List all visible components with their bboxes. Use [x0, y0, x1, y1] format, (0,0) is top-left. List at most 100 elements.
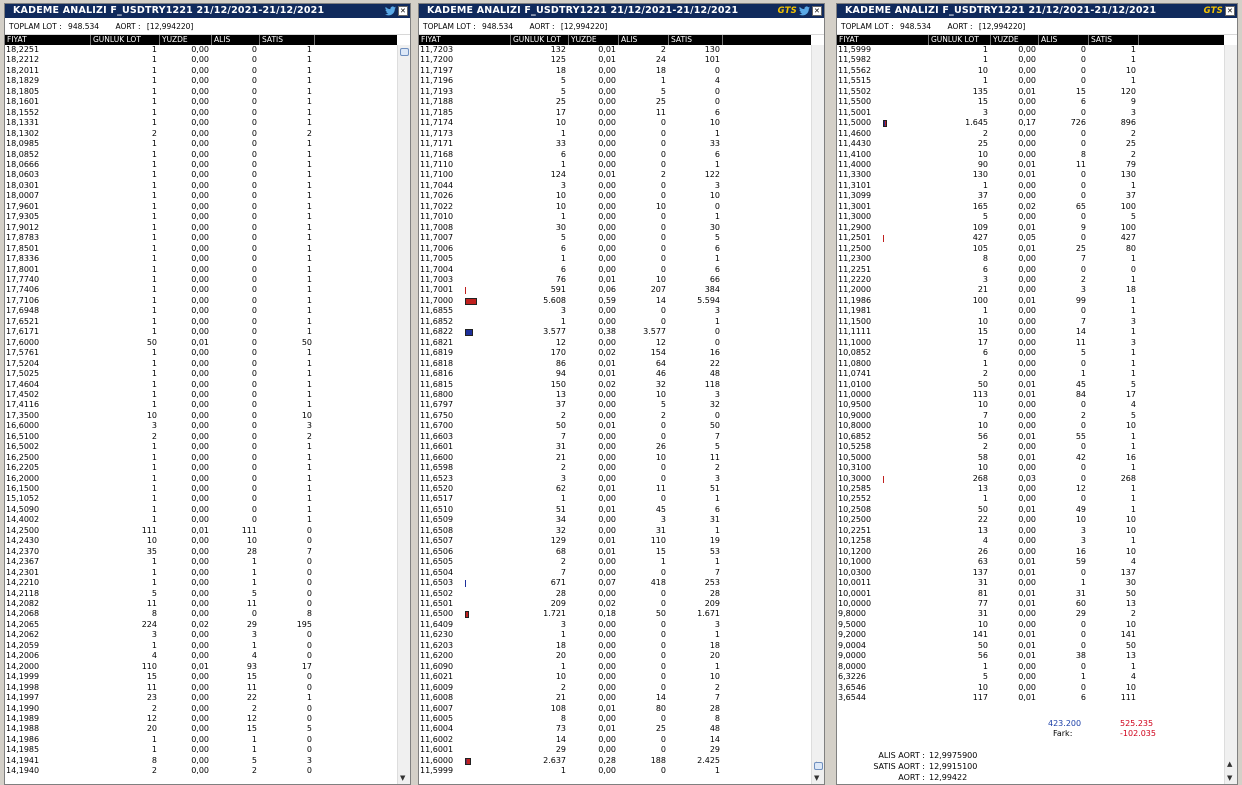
table-row[interactable]: 16,2000 1 0,00 0 1: [5, 474, 397, 484]
table-row[interactable]: 11,1000 17 0,00 11 3: [837, 338, 1224, 348]
table-body[interactable]: 18,2251 1 0,00 0 1 18,2212 1 0,00 0 1 18,2011 1 0,00…: [5, 45, 397, 777]
table-row[interactable]: 14,2006 4 0,00 4 0: [5, 651, 397, 661]
column-header-fiyat[interactable]: FIYAT: [837, 35, 929, 45]
table-row[interactable]: 9,2000 141 0,01 0 141: [837, 630, 1224, 640]
table-row[interactable]: 14,1990 2 0,00 2 0: [5, 704, 397, 714]
column-header-gunluk-lot[interactable]: GUNLUK LOT: [929, 35, 991, 45]
table-row[interactable]: 14,2370 35 0,00 28 7: [5, 547, 397, 557]
table-row[interactable]: 18,1829 1 0,00 0 1: [5, 76, 397, 86]
table-row[interactable]: 11,6517 1 0,00 0 1: [419, 494, 811, 504]
table-row[interactable]: 16,2205 1 0,00 0 1: [5, 463, 397, 473]
table-row[interactable]: 17,8336 1 0,00 0 1: [5, 254, 397, 264]
table-body[interactable]: 11,5999 1 0,00 0 1 11,5982 1 0,00 0 1 11,5562 10 0,0…: [837, 45, 1224, 704]
table-row[interactable]: 11,2000 21 0,00 3 18: [837, 285, 1224, 295]
table-row[interactable]: 18,0852 1 0,00 0 1: [5, 150, 397, 160]
table-row[interactable]: 18,1601 1 0,00 0 1: [5, 97, 397, 107]
table-row[interactable]: 11,6797 37 0,00 5 32: [419, 400, 811, 410]
table-row[interactable]: 14,1985 1 0,00 1 0: [5, 745, 397, 755]
table-row[interactable]: 11,6502 28 0,00 0 28: [419, 589, 811, 599]
table-row[interactable]: 11,6009 2 0,00 0 2: [419, 683, 811, 693]
table-row[interactable]: 10,1200 26 0,00 16 10: [837, 547, 1224, 557]
table-row[interactable]: 11,6507 129 0,01 110 19: [419, 536, 811, 546]
table-row[interactable]: 16,1500 1 0,00 0 1: [5, 484, 397, 494]
table-row[interactable]: 10,0852 6 0,00 5 1: [837, 348, 1224, 358]
table-row[interactable]: 14,2500 111 0,01 111 0: [5, 526, 397, 536]
table-row[interactable]: 11,6800 13 0,00 10 3: [419, 390, 811, 400]
table-row[interactable]: 11,7005 1 0,00 0 1: [419, 254, 811, 264]
table-row[interactable]: 14,2068 8 0,00 0 8: [5, 609, 397, 619]
twitter-bird-icon[interactable]: [385, 6, 396, 16]
table-row[interactable]: 11,7003 76 0,01 10 66: [419, 275, 811, 285]
table-row[interactable]: 11,7007 5 0,00 0 5: [419, 233, 811, 243]
table-row[interactable]: 11,6700 50 0,01 0 50: [419, 421, 811, 431]
table-row[interactable]: 11,7008 30 0,00 0 30: [419, 223, 811, 233]
table-row[interactable]: 10,1258 4 0,00 3 1: [837, 536, 1224, 546]
table-row[interactable]: 11,6600 21 0,00 10 11: [419, 453, 811, 463]
table-row[interactable]: 11,6001 29 0,00 0 29: [419, 745, 811, 755]
table-row[interactable]: 10,5258 2 0,00 0 1: [837, 442, 1224, 452]
table-row[interactable]: 11,7174 10 0,00 0 10: [419, 118, 811, 128]
vertical-scrollbar[interactable]: ▲ ▼: [811, 45, 824, 784]
table-row[interactable]: 17,7106 1 0,00 0 1: [5, 296, 397, 306]
table-row[interactable]: 11,6601 31 0,00 26 5: [419, 442, 811, 452]
table-row[interactable]: 11,6855 3 0,00 0 3: [419, 306, 811, 316]
table-row[interactable]: 11,7173 1 0,00 0 1: [419, 129, 811, 139]
table-row[interactable]: 11,7185 17 0,00 11 6: [419, 108, 811, 118]
scroll-thumb[interactable]: [400, 48, 409, 56]
table-row[interactable]: 11,3001 165 0,02 65 100: [837, 202, 1224, 212]
table-row[interactable]: 11,5982 1 0,00 0 1: [837, 55, 1224, 65]
table-row[interactable]: 3,6546 10 0,00 0 10: [837, 683, 1224, 693]
table-row[interactable]: 14,2062 3 0,00 3 0: [5, 630, 397, 640]
table-row[interactable]: 11,6506 68 0,01 15 53: [419, 547, 811, 557]
table-row[interactable]: 14,2301 1 0,00 1 0: [5, 568, 397, 578]
table-row[interactable]: 11,6816 94 0,01 46 48: [419, 369, 811, 379]
table-row[interactable]: 17,7406 1 0,00 0 1: [5, 285, 397, 295]
table-row[interactable]: 11,1500 10 0,00 7 3: [837, 317, 1224, 327]
table-row[interactable]: 11,4000 90 0,01 11 79: [837, 160, 1224, 170]
table-row[interactable]: 17,4116 1 0,00 0 1: [5, 400, 397, 410]
table-row[interactable]: 17,9601 1 0,00 0 1: [5, 202, 397, 212]
column-header-alis[interactable]: ALIS: [212, 35, 260, 45]
table-row[interactable]: 10,9000 7 0,00 2 5: [837, 411, 1224, 421]
table-row[interactable]: 14,1986 1 0,00 1 0: [5, 735, 397, 745]
table-row[interactable]: 10,3100 10 0,00 0 1: [837, 463, 1224, 473]
table-row[interactable]: 11,7188 25 0,00 25 0: [419, 97, 811, 107]
table-row[interactable]: 11,1981 1 0,00 0 1: [837, 306, 1224, 316]
table-row[interactable]: 11,6750 2 0,00 2 0: [419, 411, 811, 421]
scroll-down-icon[interactable]: ▼: [814, 774, 819, 782]
table-row[interactable]: 11,7110 1 0,00 0 1: [419, 160, 811, 170]
table-row[interactable]: 14,1941 8 0,00 5 3: [5, 756, 397, 766]
table-row[interactable]: 11,4430 25 0,00 0 25: [837, 139, 1224, 149]
table-row[interactable]: 11,6504 7 0,00 0 7: [419, 568, 811, 578]
table-row[interactable]: 3,6544 117 0,01 6 111: [837, 693, 1224, 703]
table-row[interactable]: 11,7203 132 0,01 2 130: [419, 45, 811, 55]
table-row[interactable]: 11,1111 15 0,00 14 1: [837, 327, 1224, 337]
column-header-gunluk-lot[interactable]: GUNLUK LOT: [511, 35, 569, 45]
table-row[interactable]: 14,2065 224 0,02 29 195: [5, 620, 397, 630]
table-row[interactable]: 11,7193 5 0,00 5 0: [419, 87, 811, 97]
table-row[interactable]: 11,6004 73 0,01 25 48: [419, 724, 811, 734]
table-row[interactable]: 17,6000 50 0,01 0 50: [5, 338, 397, 348]
table-row[interactable]: 10,1000 63 0,01 59 4: [837, 557, 1224, 567]
table-row[interactable]: 10,9500 10 0,00 0 4: [837, 400, 1224, 410]
table-body[interactable]: 11,7203 132 0,01 2 130 11,7200 125 0,01 24 101 11,…: [419, 45, 811, 777]
table-row[interactable]: 8,0000 1 0,00 0 1: [837, 662, 1224, 672]
table-row[interactable]: 11,6818 86 0,01 64 22: [419, 359, 811, 369]
table-row[interactable]: 11,7010 1 0,00 0 1: [419, 212, 811, 222]
table-row[interactable]: 15,1052 1 0,00 0 1: [5, 494, 397, 504]
table-row[interactable]: 11,6821 12 0,00 12 0: [419, 338, 811, 348]
table-row[interactable]: 11,6819 170 0,02 154 16: [419, 348, 811, 358]
table-row[interactable]: 14,2059 1 0,00 1 0: [5, 641, 397, 651]
table-row[interactable]: 17,6521 1 0,00 0 1: [5, 317, 397, 327]
table-row[interactable]: 14,1988 20 0,00 15 5: [5, 724, 397, 734]
table-row[interactable]: 11,5500 15 0,00 6 9: [837, 97, 1224, 107]
table-row[interactable]: 18,1331 1 0,00 0 1: [5, 118, 397, 128]
table-row[interactable]: 11,2220 3 0,00 2 1: [837, 275, 1224, 285]
table-row[interactable]: 17,4502 1 0,00 0 1: [5, 390, 397, 400]
table-row[interactable]: 11,7200 125 0,01 24 101: [419, 55, 811, 65]
table-row[interactable]: 11,7197 18 0,00 18 0: [419, 66, 811, 76]
table-row[interactable]: 10,2585 13 0,00 12 1: [837, 484, 1224, 494]
table-row[interactable]: 9,0000 56 0,01 38 13: [837, 651, 1224, 661]
table-row[interactable]: 17,8501 1 0,00 0 1: [5, 244, 397, 254]
table-row[interactable]: 18,1552 1 0,00 0 1: [5, 108, 397, 118]
